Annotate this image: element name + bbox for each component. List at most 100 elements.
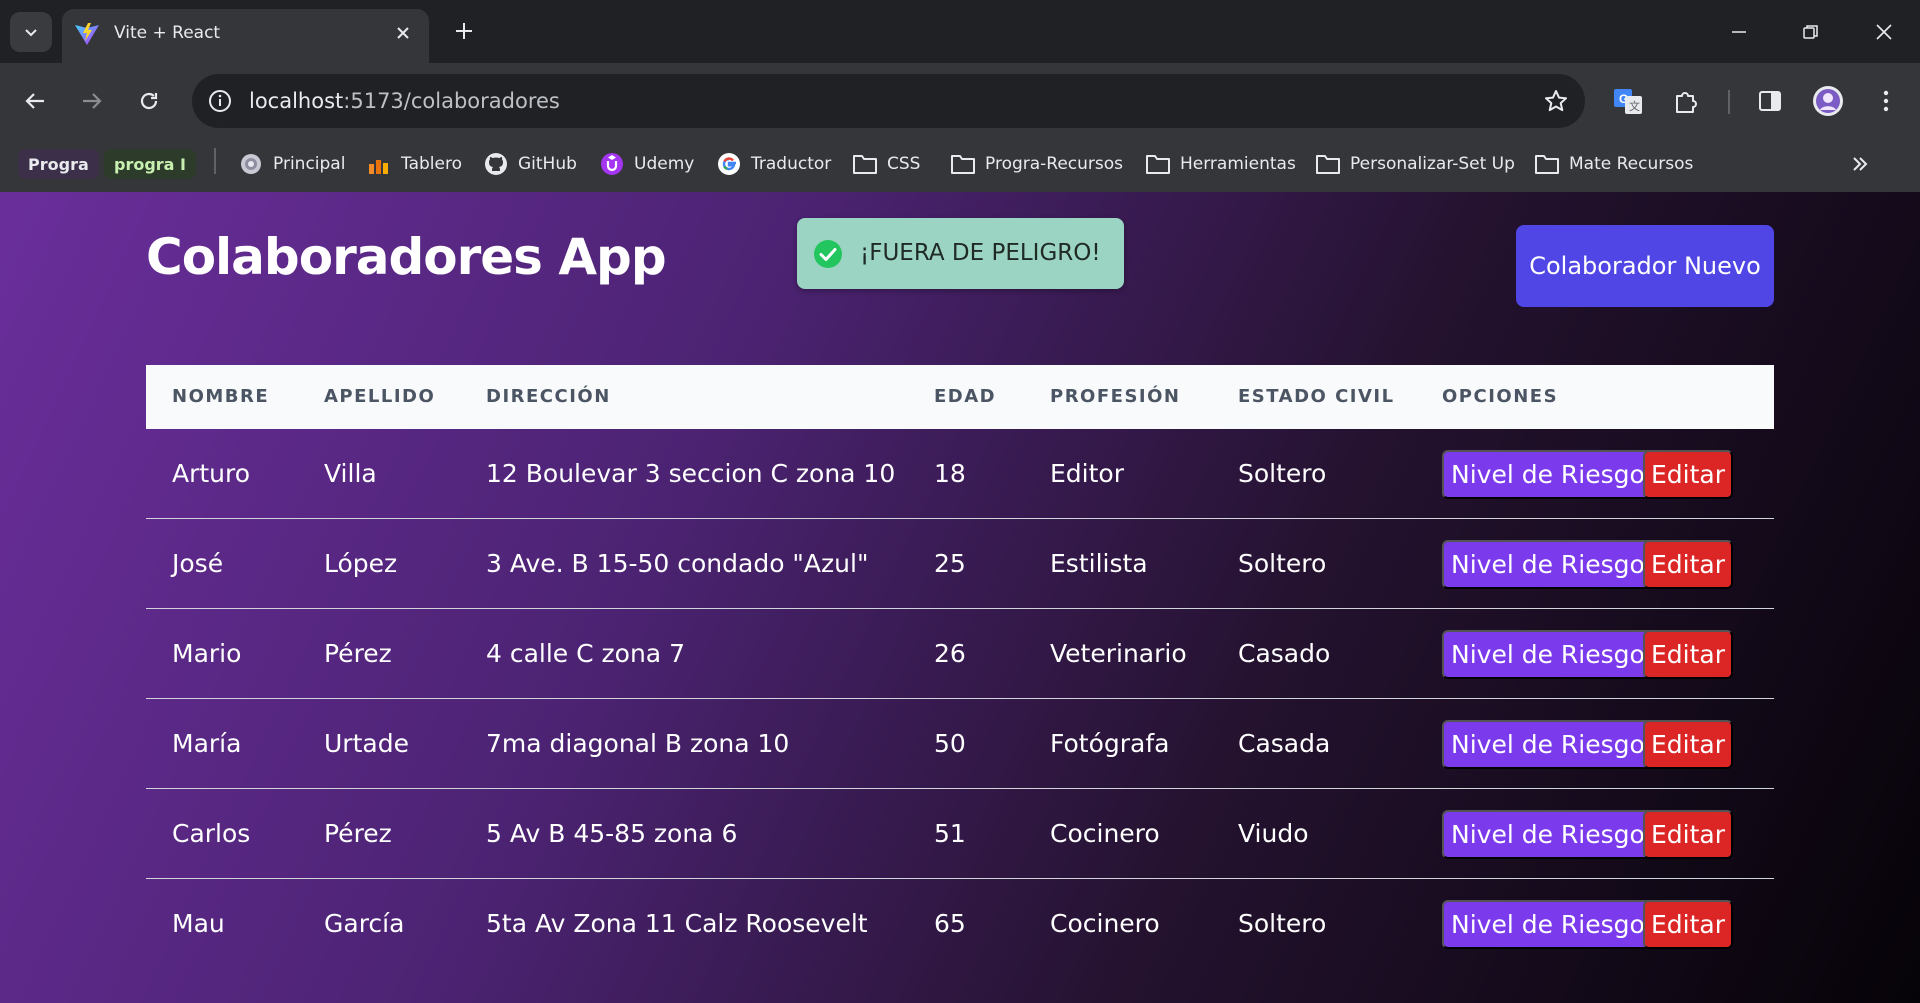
column-header-opciones: OPCIONES <box>1442 386 1559 407</box>
star-icon <box>1545 90 1567 112</box>
arrow-left-icon <box>25 93 44 109</box>
cell-edad: 51 <box>934 819 966 848</box>
bookmark-folder-herramientas[interactable]: Herramientas <box>1145 146 1296 182</box>
app-page: Colaboradores App ¡FUERA DE PELIGRO! Col… <box>0 192 1920 1003</box>
bookmark-folder-personalizar[interactable]: Personalizar-Set Up <box>1315 146 1515 182</box>
minimize-button[interactable] <box>1719 14 1759 50</box>
bookmark-udemy[interactable]: Udemy <box>599 146 694 182</box>
column-header-apellido: APELLIDO <box>324 386 436 407</box>
forward-button[interactable] <box>72 81 112 121</box>
translate-extension-button[interactable]: G文 <box>1610 83 1646 119</box>
more-vert-icon <box>1883 90 1889 112</box>
restore-button[interactable] <box>1791 14 1831 50</box>
edit-button[interactable]: Editar <box>1643 810 1734 859</box>
site-info-button[interactable] <box>204 85 236 117</box>
bookmark-folder-mate-recursos[interactable]: Mate Recursos <box>1534 146 1693 182</box>
table-header: NOMBRE APELLIDO DIRECCIÓN EDAD PROFESIÓN… <box>146 365 1774 429</box>
risk-level-button[interactable]: Nivel de Riesgo <box>1442 720 1654 769</box>
address-bar[interactable]: localhost:5173/colaboradores <box>192 74 1585 128</box>
bookmark-traductor[interactable]: Traductor <box>716 146 831 182</box>
cell-nombre: Mario <box>172 639 242 668</box>
table-row: José López 3 Ave. B 15-50 condado "Azul"… <box>146 519 1774 609</box>
menu-button[interactable] <box>1868 83 1904 119</box>
bookmark-principal[interactable]: Principal <box>238 146 345 182</box>
cell-profesion: Fotógrafa <box>1050 729 1170 758</box>
profile-button[interactable] <box>1810 83 1846 119</box>
url-host: localhost <box>249 89 344 113</box>
edit-button[interactable]: Editar <box>1643 630 1734 679</box>
bookmark-label: Principal <box>273 154 346 174</box>
risk-level-button[interactable]: Nivel de Riesgo <box>1442 450 1654 499</box>
risk-level-button[interactable]: Nivel de Riesgo <box>1442 900 1654 949</box>
extensions-button[interactable] <box>1668 83 1704 119</box>
cell-estado-civil: Soltero <box>1238 549 1327 578</box>
close-icon <box>1876 24 1892 40</box>
edit-button[interactable]: Editar <box>1643 720 1734 769</box>
cell-estado-civil: Soltero <box>1238 909 1327 938</box>
cell-apellido: López <box>324 549 398 578</box>
edit-button[interactable]: Editar <box>1643 540 1734 589</box>
arrow-right-icon <box>83 93 102 109</box>
cell-profesion: Editor <box>1050 459 1124 488</box>
browser-toolbar: localhost:5173/colaboradores G文 <box>0 63 1920 138</box>
side-panel-icon <box>1759 91 1781 111</box>
plus-icon <box>456 23 472 39</box>
risk-level-button[interactable]: Nivel de Riesgo <box>1442 540 1654 589</box>
cell-nombre: Arturo <box>172 459 251 488</box>
tab-title: Vite + React <box>114 23 221 43</box>
new-tab-button[interactable] <box>448 15 480 47</box>
cell-profesion: Cocinero <box>1050 819 1160 848</box>
tab-close-button[interactable] <box>391 21 415 45</box>
table-row: Carlos Pérez 5 Av B 45-85 zona 6 51 Coci… <box>146 789 1774 879</box>
cell-profesion: Veterinario <box>1050 639 1187 668</box>
bookmark-label: Udemy <box>634 154 695 174</box>
globe-icon <box>238 151 264 177</box>
reload-button[interactable] <box>129 81 169 121</box>
table-body: Arturo Villa 12 Boulevar 3 seccion C zon… <box>146 429 1774 969</box>
bookmark-progra[interactable]: Progra <box>18 146 99 182</box>
bookmark-github[interactable]: GitHub <box>483 146 577 182</box>
bookmark-star-button[interactable] <box>1541 86 1571 116</box>
bookmark-label: Tablero <box>401 154 462 174</box>
cell-edad: 50 <box>934 729 966 758</box>
close-icon <box>397 27 409 39</box>
cell-profesion: Estilista <box>1050 549 1148 578</box>
side-panel-button[interactable] <box>1752 83 1788 119</box>
github-icon <box>483 151 509 177</box>
tab-strip: Vite + React <box>0 0 1920 63</box>
tab-search-button[interactable] <box>10 12 52 52</box>
bookmark-label: Herramientas <box>1180 154 1296 174</box>
risk-level-button[interactable]: Nivel de Riesgo <box>1442 630 1654 679</box>
back-button[interactable] <box>15 81 55 121</box>
edit-button[interactable]: Editar <box>1643 450 1734 499</box>
folder-icon <box>950 151 976 177</box>
bookmark-label: Traductor <box>751 154 832 174</box>
bookmarks-overflow-button[interactable] <box>1850 146 1870 182</box>
risk-level-button[interactable]: Nivel de Riesgo <box>1442 810 1654 859</box>
close-window-button[interactable] <box>1864 14 1904 50</box>
avatar-icon <box>1813 86 1843 116</box>
edit-button[interactable]: Editar <box>1643 900 1734 949</box>
cell-direccion: 12 Boulevar 3 seccion C zona 10 <box>486 459 896 488</box>
svg-text:文: 文 <box>1629 99 1640 113</box>
toolbar-divider <box>1728 90 1730 114</box>
table-row: Arturo Villa 12 Boulevar 3 seccion C zon… <box>146 429 1774 519</box>
vite-icon <box>75 23 99 45</box>
bookmarks-bar: Progra progra I Principal Tablero GitHub… <box>0 138 1920 192</box>
table-row: Mau García 5ta Av Zona 11 Calz Roosevelt… <box>146 879 1774 969</box>
bookmark-label: Mate Recursos <box>1569 154 1694 174</box>
cell-direccion: 5 Av B 45-85 zona 6 <box>486 819 738 848</box>
cell-nombre: María <box>172 729 242 758</box>
active-tab[interactable]: Vite + React <box>62 9 429 63</box>
page-title: Colaboradores App <box>146 228 667 286</box>
bookmark-progra-i[interactable]: progra I <box>104 146 196 182</box>
bookmark-folder-progra-recursos[interactable]: Progra-Recursos <box>950 146 1123 182</box>
bookmark-label: Progra-Recursos <box>985 154 1124 174</box>
new-collaborator-button[interactable]: Colaborador Nuevo <box>1516 225 1774 307</box>
bookmark-folder-css[interactable]: CSS <box>852 146 920 182</box>
table-row: María Urtade 7ma diagonal B zona 10 50 F… <box>146 699 1774 789</box>
reload-icon <box>140 92 158 110</box>
bookmark-tablero[interactable]: Tablero <box>366 146 462 182</box>
translate-icon: G文 <box>1614 89 1642 114</box>
check-circle-icon <box>814 240 842 268</box>
